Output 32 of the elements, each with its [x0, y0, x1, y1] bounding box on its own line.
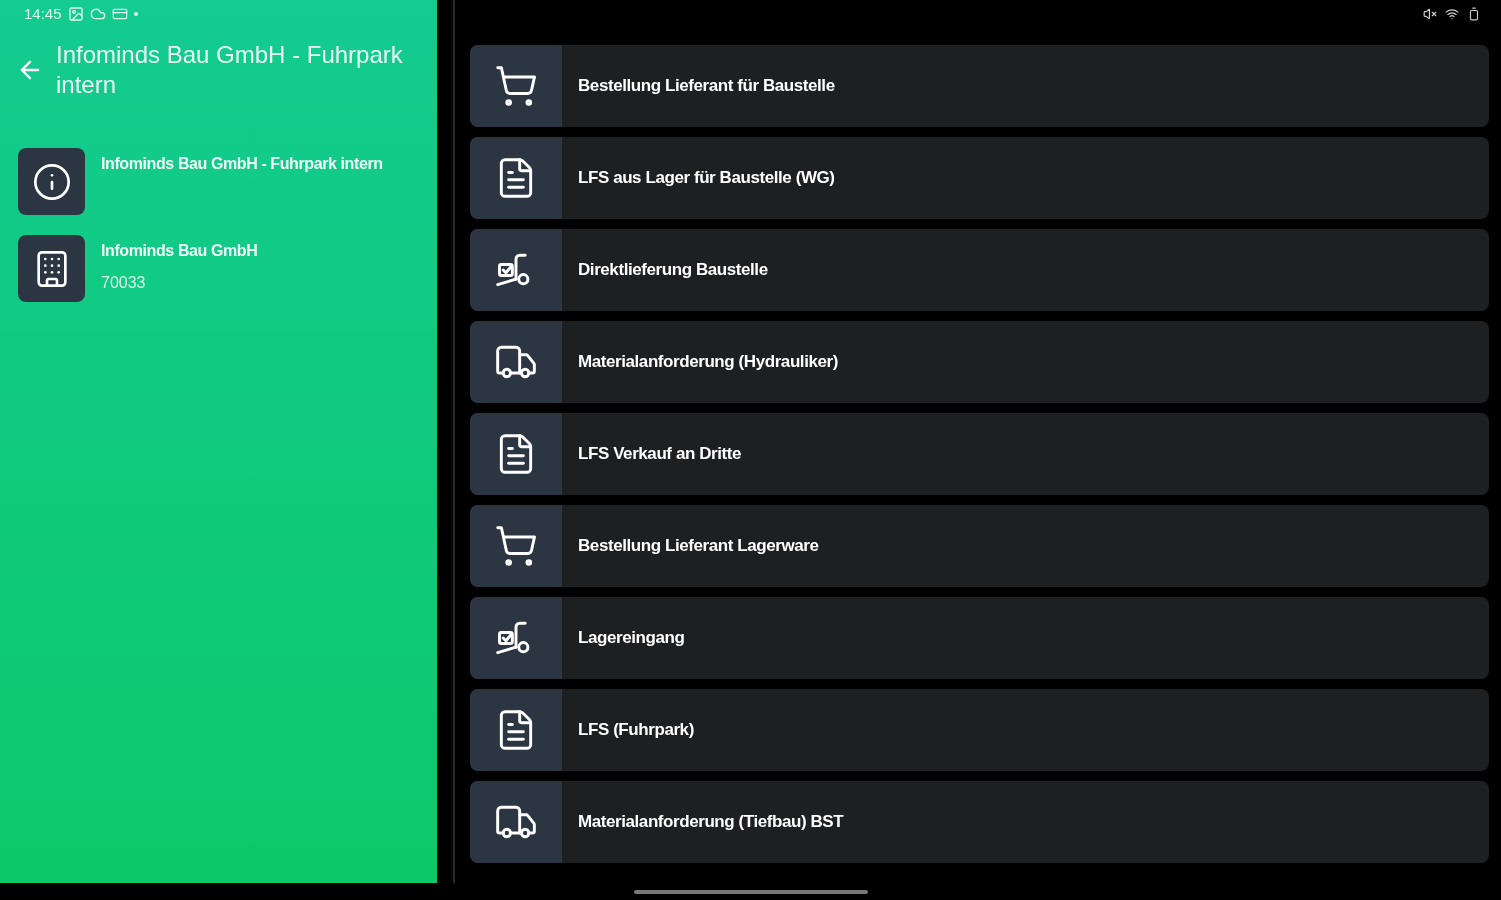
action-item[interactable]: LFS aus Lager für Baustelle (WG) [470, 137, 1489, 219]
info-title: Infominds Bau GmbH - Fuhrpark intern [101, 154, 383, 174]
action-label: LFS aus Lager für Baustelle (WG) [578, 167, 835, 190]
cloud-icon [89, 6, 106, 22]
action-label: Direktlieferung Baustelle [578, 259, 768, 282]
wifi-icon [1445, 7, 1459, 21]
mute-icon [1423, 7, 1437, 21]
shopping-cart-icon [494, 524, 538, 568]
action-label: LFS (Fuhrpark) [578, 719, 694, 742]
action-label: Bestellung Lieferant Lagerware [578, 535, 819, 558]
action-item[interactable]: Materialanforderung (Hydrauliker) [470, 321, 1489, 403]
card-icon [111, 6, 128, 22]
image-icon [67, 6, 84, 22]
action-item[interactable]: LFS (Fuhrpark) [470, 689, 1489, 771]
action-label: Materialanforderung (Hydrauliker) [578, 351, 838, 374]
action-item[interactable]: Direktlieferung Baustelle [470, 229, 1489, 311]
action-label: Bestellung Lieferant für Baustelle [578, 75, 835, 98]
shopping-cart-icon [494, 64, 538, 108]
action-item[interactable]: Lagereingang [470, 597, 1489, 679]
status-time: 14:45 [24, 3, 62, 24]
action-label: LFS Verkauf an Dritte [578, 443, 741, 466]
action-item[interactable]: Materialanforderung (Tiefbau) BST [470, 781, 1489, 863]
info-icon [31, 161, 72, 202]
action-item[interactable]: Bestellung Lieferant Lagerware [470, 505, 1489, 587]
action-label: Lagereingang [578, 627, 685, 650]
battery-icon [1467, 7, 1481, 21]
action-label: Materialanforderung (Tiefbau) BST [578, 811, 844, 834]
page-title: Infominds Bau GmbH - Fuhrpark intern [56, 40, 404, 100]
info-title: Infominds Bau GmbH [101, 241, 258, 261]
action-item[interactable]: Bestellung Lieferant für Baustelle [470, 45, 1489, 127]
action-item[interactable]: LFS Verkauf an Dritte [470, 413, 1489, 495]
info-subtitle: 70033 [101, 273, 147, 293]
